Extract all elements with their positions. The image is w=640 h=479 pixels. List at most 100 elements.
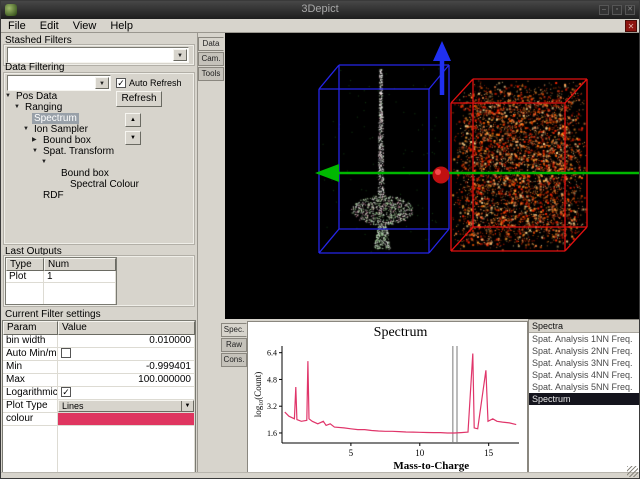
filter-value-cell[interactable]: ✓ [58,387,195,400]
menubar: File Edit View Help ✕ [1,19,639,33]
tree-collapsed-icon[interactable]: ▶ [32,135,41,146]
filter-value-cell[interactable]: 100.000000 [58,374,195,387]
filter-tree: ▼ Pos Data ▼ Ranging Spectrum ▼ Ion Sampler ▶ Bo… [5,91,139,201]
tree-item-bound-box[interactable]: ▶ Bound box [5,135,117,146]
minimize-button[interactable]: – [599,5,609,15]
tree-expanded-icon[interactable]: ▼ [14,102,23,113]
tree-item-label: Ion Sampler [34,124,88,135]
tree-item-node[interactable]: ▼ [5,157,117,168]
tree-item-pos-data[interactable]: ▼ Pos Data [5,91,117,102]
tree-expanded-icon[interactable]: ▼ [41,157,50,168]
tree-expanded-icon[interactable]: ▼ [23,124,32,135]
plot-type-dropdown[interactable]: Lines ▼ [58,400,194,412]
tab-cam[interactable]: Cam. [198,52,224,66]
spectrum-plot[interactable]: Spectrum log10(Count) 1.6 3.2 4.8 6.4 5 10 15 Mas… [247,321,528,474]
maximize-button[interactable]: ▫ [612,5,622,15]
last-outputs-col-header[interactable]: Type [6,258,44,271]
spectra-header: Spectra [529,320,639,333]
last-outputs-table: Type Num Plot 1 [5,257,117,305]
spectrum-line [284,353,517,434]
tree-item-spectrum[interactable]: Spectrum [5,113,117,124]
last-outputs-col-header[interactable]: Num [44,258,116,271]
x-tick-label: 10 [415,448,425,458]
tree-item-spectral-colour[interactable]: Spectral Colour [5,179,139,190]
z-axis-arrow-icon [433,41,451,61]
menu-help[interactable]: Help [103,19,140,33]
plot-tab-raw[interactable]: Raw [221,338,247,352]
chart-title: Spectrum [374,325,428,340]
spectra-list-item[interactable]: Spat. Analysis 3NN Freq. [529,357,639,369]
filter-value-cell[interactable]: -0.999401 [58,361,195,374]
spectrum-chart[interactable]: Spectrum log10(Count) 1.6 3.2 4.8 6.4 5 10 15 Mas… [248,322,527,473]
menu-view[interactable]: View [66,19,104,33]
x-axis-label: Mass-to-Charge [393,460,469,472]
refresh-button[interactable]: Refresh [116,91,162,107]
filter-type-combo[interactable]: ▼ [7,75,111,91]
spectra-filler [529,405,639,473]
spectra-panel: Spectra Spat. Analysis 1NN Freq. Spat. An… [528,319,639,474]
menubar-close-button[interactable]: ✕ [625,20,637,32]
tree-expanded-icon[interactable]: ▼ [5,91,14,102]
tree-item-label: RDF [43,190,64,201]
filter-col-header[interactable]: Value [58,321,195,335]
auto-refresh-checkbox[interactable]: ✓ [116,77,126,88]
plot-tab-cons[interactable]: Cons. [221,353,247,367]
tab-data[interactable]: Data [198,37,224,51]
close-button[interactable]: ✕ [625,5,635,15]
stashed-filters-combo[interactable]: ▼ [7,47,189,63]
titlebar[interactable]: 3Depict – ▫ ✕ [1,1,639,19]
filter-value-cell[interactable] [58,348,195,361]
filter-param-label: Plot Type [3,400,58,413]
last-outputs-cell: 1 [44,271,116,283]
chevron-down-icon[interactable]: ▼ [173,49,187,61]
spectra-list-item[interactable]: Spat. Analysis 1NN Freq. [529,333,639,345]
tree-expanded-icon[interactable]: ▼ [32,146,41,157]
tree-item-ion-sampler[interactable]: ▼ Ion Sampler [5,124,117,135]
resize-grip[interactable] [627,466,638,477]
tree-item-label: Ranging [25,102,63,113]
tree-item-label: Spectral Colour [70,179,139,190]
chevron-down-icon[interactable]: ▼ [95,77,109,89]
spectra-list-item-selected[interactable]: Spectrum [529,393,639,405]
filter-value-cell[interactable]: 0.010000 [58,335,195,348]
filter-param-label: colour [3,413,58,426]
filter-col-header[interactable]: Param [3,321,58,335]
filter-settings-table: ParamValuebin width0.010000Auto Min/maxM… [2,320,196,478]
origin-sphere-highlight [435,169,441,175]
window-title: 3Depict [301,3,339,15]
tree-item-ranging[interactable]: ▼ Ranging [5,102,117,113]
spectra-list-item[interactable]: Spat. Analysis 5NN Freq. [529,381,639,393]
filter-param-label: Min [3,361,58,374]
filter-settings-label: Current Filter settings [5,309,101,320]
tree-item-label: Spat. Transform [43,146,115,157]
menu-edit[interactable]: Edit [33,19,66,33]
filter-value-cell[interactable]: Lines ▼ [58,400,195,413]
move-down-button[interactable]: ▼ [125,131,141,145]
viewport-3d[interactable] [225,33,639,319]
spectra-list: Spat. Analysis 1NN Freq. Spat. Analysis 2… [529,333,639,405]
last-outputs-cell: Plot [6,271,44,283]
plot-tab-spec[interactable]: Spec. [221,323,247,337]
chevron-down-icon: ▼ [181,401,193,411]
tree-item-label: Spectrum [32,113,79,124]
x-tick-label: 15 [484,448,494,458]
move-up-button[interactable]: ▲ [125,113,141,127]
y-tick-label: 3.2 [267,402,277,411]
y-axis-label: log10(Count) [253,372,265,418]
auto-min-max-checkbox[interactable] [61,348,71,359]
filter-param-label: Auto Min/max [3,348,58,361]
viewport-overlay [315,41,639,254]
spectra-list-item[interactable]: Spat. Analysis 4NN Freq. [529,369,639,381]
filter-param-label: Max [3,374,58,387]
spectra-list-item[interactable]: Spat. Analysis 2NN Freq. [529,345,639,357]
tab-tools[interactable]: Tools [198,67,224,81]
colour-swatch[interactable] [58,413,195,426]
tree-item-spat-transform[interactable]: ▼ Spat. Transform [5,146,117,157]
tree-item-label: Pos Data [16,91,58,102]
plot-type-value: Lines [62,401,84,411]
tree-item-bound-box[interactable]: Bound box [5,168,117,179]
tree-item-rdf[interactable]: RDF [5,190,117,201]
logarithmic-checkbox[interactable]: ✓ [61,387,71,398]
menu-file[interactable]: File [1,19,33,33]
up-arrow-icon: ▲ [130,117,136,123]
